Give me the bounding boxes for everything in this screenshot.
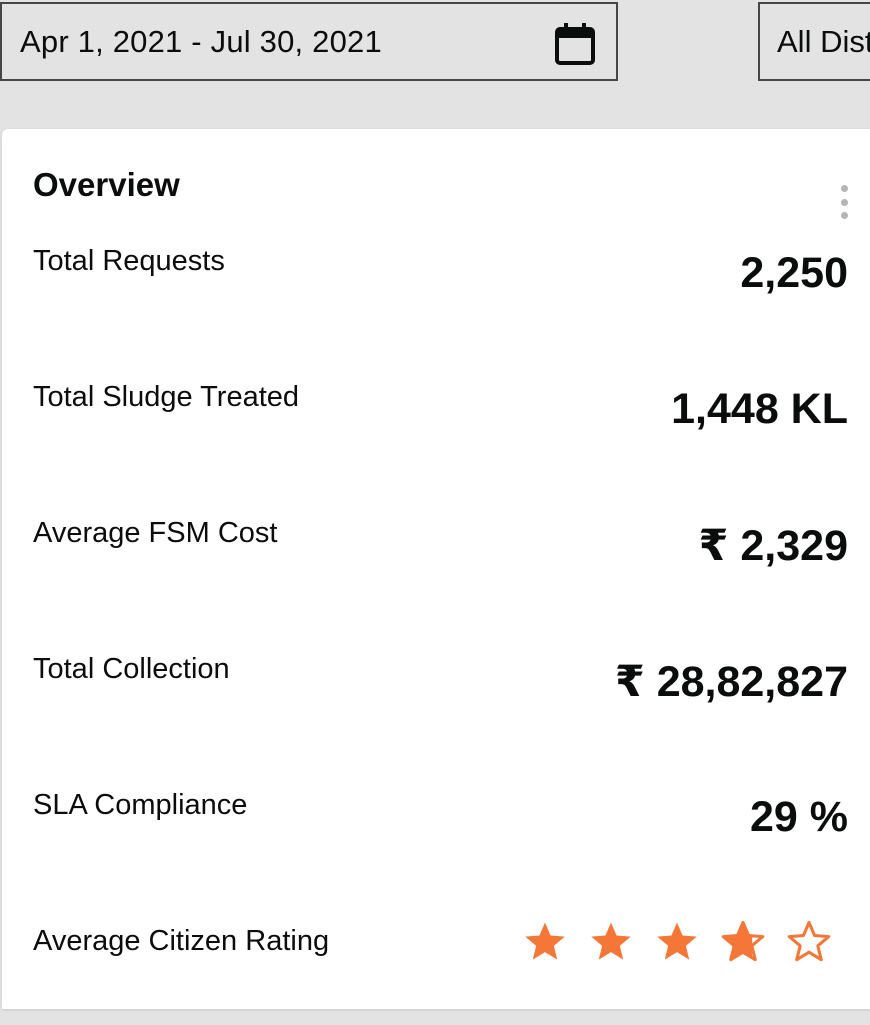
menu-dot xyxy=(840,185,848,192)
metric-label: SLA Compliance xyxy=(33,789,248,821)
metric-label: Average FSM Cost xyxy=(33,517,278,549)
star-icon xyxy=(720,919,766,965)
star-icon xyxy=(522,919,568,965)
metric-value: 2,250 xyxy=(740,249,848,297)
metric-value: 29 % xyxy=(749,793,848,841)
filter-bar: Apr 1, 2021 - Jul 30, 2021 All Dist xyxy=(0,0,870,128)
star-icon xyxy=(588,919,634,965)
menu-dot xyxy=(840,198,848,206)
star-rating xyxy=(522,919,832,965)
card-title: Overview xyxy=(33,166,180,203)
metric-label: Total Requests xyxy=(33,245,225,277)
district-select[interactable]: All Dist xyxy=(758,2,870,81)
metric-average-citizen-rating: Average Citizen Rating xyxy=(33,920,848,1025)
kebab-menu-icon[interactable] xyxy=(838,185,850,219)
calendar-icon[interactable] xyxy=(554,22,596,66)
district-select-value: All Dist xyxy=(777,23,870,59)
metric-label: Total Sludge Treated xyxy=(33,381,300,413)
overview-card: Overview Total Requests 2,250 Total Slud… xyxy=(2,129,870,1009)
date-range-value: Apr 1, 2021 - Jul 30, 2021 xyxy=(20,23,382,59)
metric-value: 1,448 KL xyxy=(671,385,848,433)
star-icon xyxy=(786,919,832,965)
star-icon xyxy=(654,919,700,965)
metric-label: Average Citizen Rating xyxy=(33,925,330,957)
metric-total-collection: Total Collection ₹ 28,82,827 xyxy=(33,653,848,753)
metric-total-sludge-treated: Total Sludge Treated 1,448 KL xyxy=(33,381,848,481)
metric-value: ₹ 28,82,827 xyxy=(614,658,848,706)
metric-total-requests: Total Requests 2,250 xyxy=(33,245,848,345)
metric-label: Total Collection xyxy=(33,653,230,685)
metric-average-fsm-cost: Average FSM Cost ₹ 2,329 xyxy=(33,517,848,617)
date-range-picker[interactable]: Apr 1, 2021 - Jul 30, 2021 xyxy=(0,2,618,81)
menu-dot xyxy=(840,212,848,219)
metric-sla-compliance: SLA Compliance 29 % xyxy=(33,789,848,889)
metric-value: ₹ 2,329 xyxy=(698,522,848,570)
